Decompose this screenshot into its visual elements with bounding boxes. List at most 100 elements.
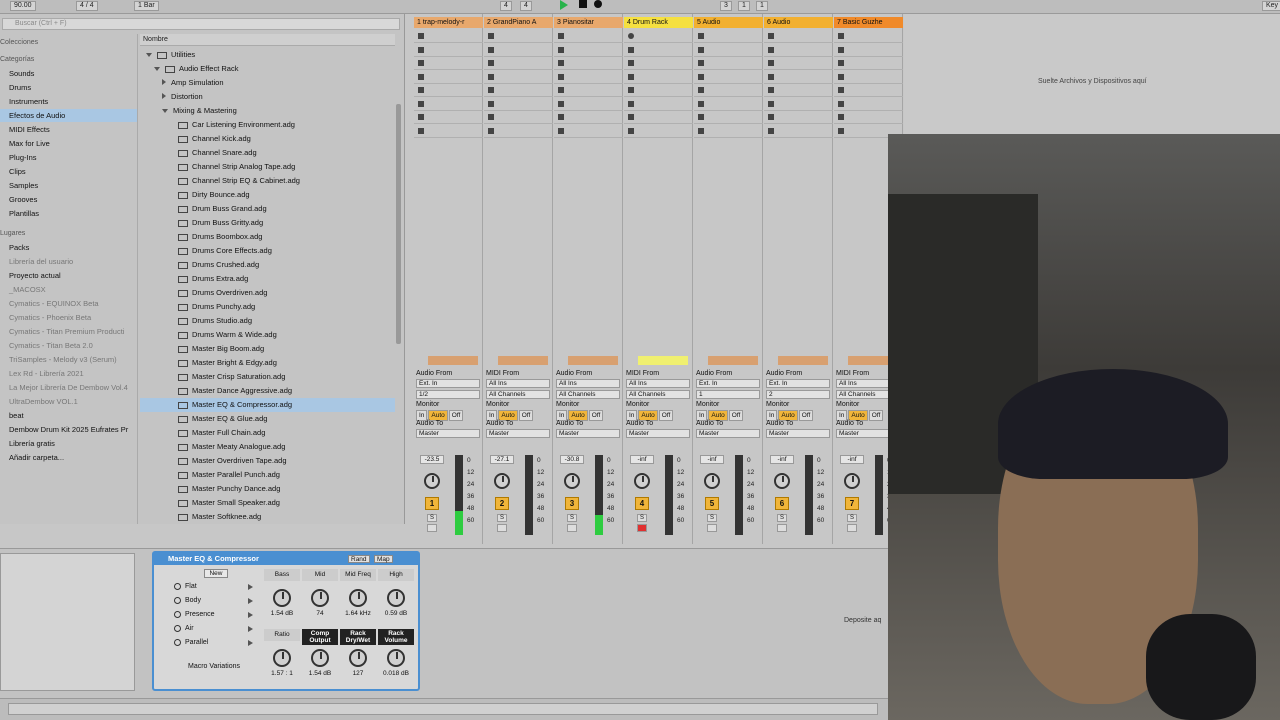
- volume-field[interactable]: -inf: [700, 455, 724, 464]
- volume-field[interactable]: -inf: [770, 455, 794, 464]
- solo-button[interactable]: S: [707, 514, 717, 522]
- input-type-select[interactable]: All Ins: [486, 379, 550, 388]
- stop-clip-icon[interactable]: [838, 46, 844, 53]
- position-bar[interactable]: 4: [500, 1, 512, 11]
- browser-scrollbar[interactable]: [396, 104, 401, 344]
- macro-knob[interactable]: [349, 589, 367, 607]
- stop-clip-icon[interactable]: [488, 46, 494, 53]
- stop-clip-icon[interactable]: [628, 100, 634, 107]
- stop-clip-icon[interactable]: [698, 33, 704, 39]
- clip-slot[interactable]: [484, 111, 553, 124]
- preset-file[interactable]: Master Crisp Saturation.adg: [178, 370, 285, 384]
- clip-slot[interactable]: [484, 30, 553, 43]
- clip-slot[interactable]: [694, 30, 763, 43]
- stop-clip-icon[interactable]: [488, 114, 494, 120]
- clip-slot[interactable]: [414, 57, 483, 70]
- stop-clip-icon[interactable]: [418, 114, 424, 120]
- stop-clip-icon[interactable]: [418, 100, 424, 107]
- output-select[interactable]: Master: [556, 429, 620, 438]
- chevron-down-icon[interactable]: [146, 53, 152, 57]
- preset-file[interactable]: Channel Snare.adg: [178, 146, 257, 160]
- input-type-select[interactable]: Ext. In: [416, 379, 480, 388]
- arm-button[interactable]: [567, 524, 577, 532]
- stop-clip-icon[interactable]: [698, 87, 704, 93]
- macro-control[interactable]: Mid Freq 1.64 kHz: [340, 569, 376, 621]
- clip-slot[interactable]: [484, 98, 553, 111]
- stop-clip-icon[interactable]: [838, 60, 844, 66]
- stop-clip-icon[interactable]: [838, 100, 844, 107]
- pan-knob[interactable]: [564, 473, 580, 489]
- clip-slot[interactable]: [764, 111, 833, 124]
- preset-file[interactable]: Channel Strip EQ & Cabinet.adg: [178, 174, 300, 188]
- stop-clip-icon[interactable]: [488, 127, 494, 134]
- stop-clip-icon[interactable]: [838, 87, 844, 93]
- stop-clip-icon[interactable]: [558, 46, 564, 53]
- preset-file[interactable]: Master Punchy Dance.adg: [178, 482, 280, 496]
- place-item[interactable]: Cymatics - Titan Beta 2.0: [9, 339, 93, 352]
- preset-file[interactable]: Master EQ & Glue.adg: [178, 412, 267, 426]
- stop-clip-icon[interactable]: [488, 87, 494, 93]
- quantization-select[interactable]: 1 Bar: [134, 1, 159, 11]
- tempo-field[interactable]: 90.00: [10, 1, 36, 11]
- preset-file[interactable]: Drums Boombox.adg: [178, 230, 262, 244]
- input-type-select[interactable]: All Ins: [556, 379, 620, 388]
- stop-clip-icon[interactable]: [768, 73, 774, 80]
- clip-slot[interactable]: [554, 30, 623, 43]
- stop-clip-icon[interactable]: [488, 33, 494, 39]
- new-chain-button[interactable]: New: [204, 569, 228, 578]
- chain-power-icon[interactable]: [174, 638, 181, 646]
- stop-clip-icon[interactable]: [488, 73, 494, 80]
- macro-control[interactable]: High 0.59 dB: [378, 569, 414, 621]
- stop-clip-icon[interactable]: [698, 73, 704, 80]
- input-channel-select[interactable]: All Channels: [626, 390, 690, 399]
- chevron-right-icon[interactable]: [162, 79, 166, 85]
- chain-power-icon[interactable]: [174, 624, 181, 632]
- clip-slot[interactable]: [624, 98, 693, 111]
- preset-file[interactable]: Master Softknee.adg: [178, 510, 261, 524]
- clip-slot[interactable]: [834, 84, 903, 97]
- clip-slot[interactable]: [764, 44, 833, 57]
- solo-button[interactable]: S: [427, 514, 437, 522]
- stop-clip-icon[interactable]: [418, 87, 424, 93]
- volume-field[interactable]: -23.5: [420, 455, 444, 464]
- category-item[interactable]: Plug-Ins: [9, 151, 37, 164]
- clip-slot[interactable]: [484, 84, 553, 97]
- stop-clip-icon[interactable]: [558, 73, 564, 80]
- macro-control[interactable]: Rack Dry/Wet 127: [340, 629, 376, 681]
- chain-power-icon[interactable]: [174, 596, 181, 604]
- chevron-right-icon[interactable]: [162, 93, 166, 99]
- pan-knob[interactable]: [424, 473, 440, 489]
- track-header[interactable]: 1 trap-melody-r: [414, 17, 483, 28]
- preset-file[interactable]: Master EQ & Compressor.adg: [140, 398, 395, 412]
- place-item[interactable]: Librería gratis: [9, 437, 55, 450]
- clip-slot[interactable]: [414, 44, 483, 57]
- preset-file[interactable]: Drum Buss Gritty.adg: [178, 216, 263, 230]
- category-item[interactable]: Drums: [9, 81, 31, 94]
- place-item[interactable]: TriSamples - Melody v3 (Serum): [9, 353, 117, 366]
- chain-item[interactable]: Parallel: [174, 637, 254, 649]
- clip-slot[interactable]: [834, 57, 903, 70]
- macro-knob[interactable]: [387, 649, 405, 667]
- place-item[interactable]: Librería del usuario: [9, 255, 73, 268]
- input-channel-select[interactable]: All Channels: [486, 390, 550, 399]
- arm-button[interactable]: [847, 524, 857, 532]
- category-item[interactable]: Samples: [9, 179, 38, 192]
- name-column-header[interactable]: Nombre: [140, 34, 395, 46]
- macro-control[interactable]: Comp Output 1.54 dB: [302, 629, 338, 681]
- output-select[interactable]: Master: [416, 429, 480, 438]
- clip-slot[interactable]: [624, 111, 693, 124]
- input-channel-select[interactable]: 1/2: [416, 390, 480, 399]
- macro-variations-button[interactable]: Macro Variations: [174, 663, 254, 670]
- stop-clip-icon[interactable]: [698, 127, 704, 134]
- arm-button[interactable]: [707, 524, 717, 532]
- clip-slot[interactable]: [834, 71, 903, 84]
- place-item[interactable]: Proyecto actual: [9, 269, 61, 282]
- volume-field[interactable]: -27.1: [490, 455, 514, 464]
- category-item[interactable]: Clips: [9, 165, 26, 178]
- clip-slot[interactable]: [484, 57, 553, 70]
- output-select[interactable]: Master: [696, 429, 760, 438]
- stop-clip-icon[interactable]: [768, 127, 774, 134]
- key-map-button[interactable]: Key: [1262, 1, 1280, 11]
- clip-slot[interactable]: [764, 98, 833, 111]
- input-channel-select[interactable]: 1: [696, 390, 760, 399]
